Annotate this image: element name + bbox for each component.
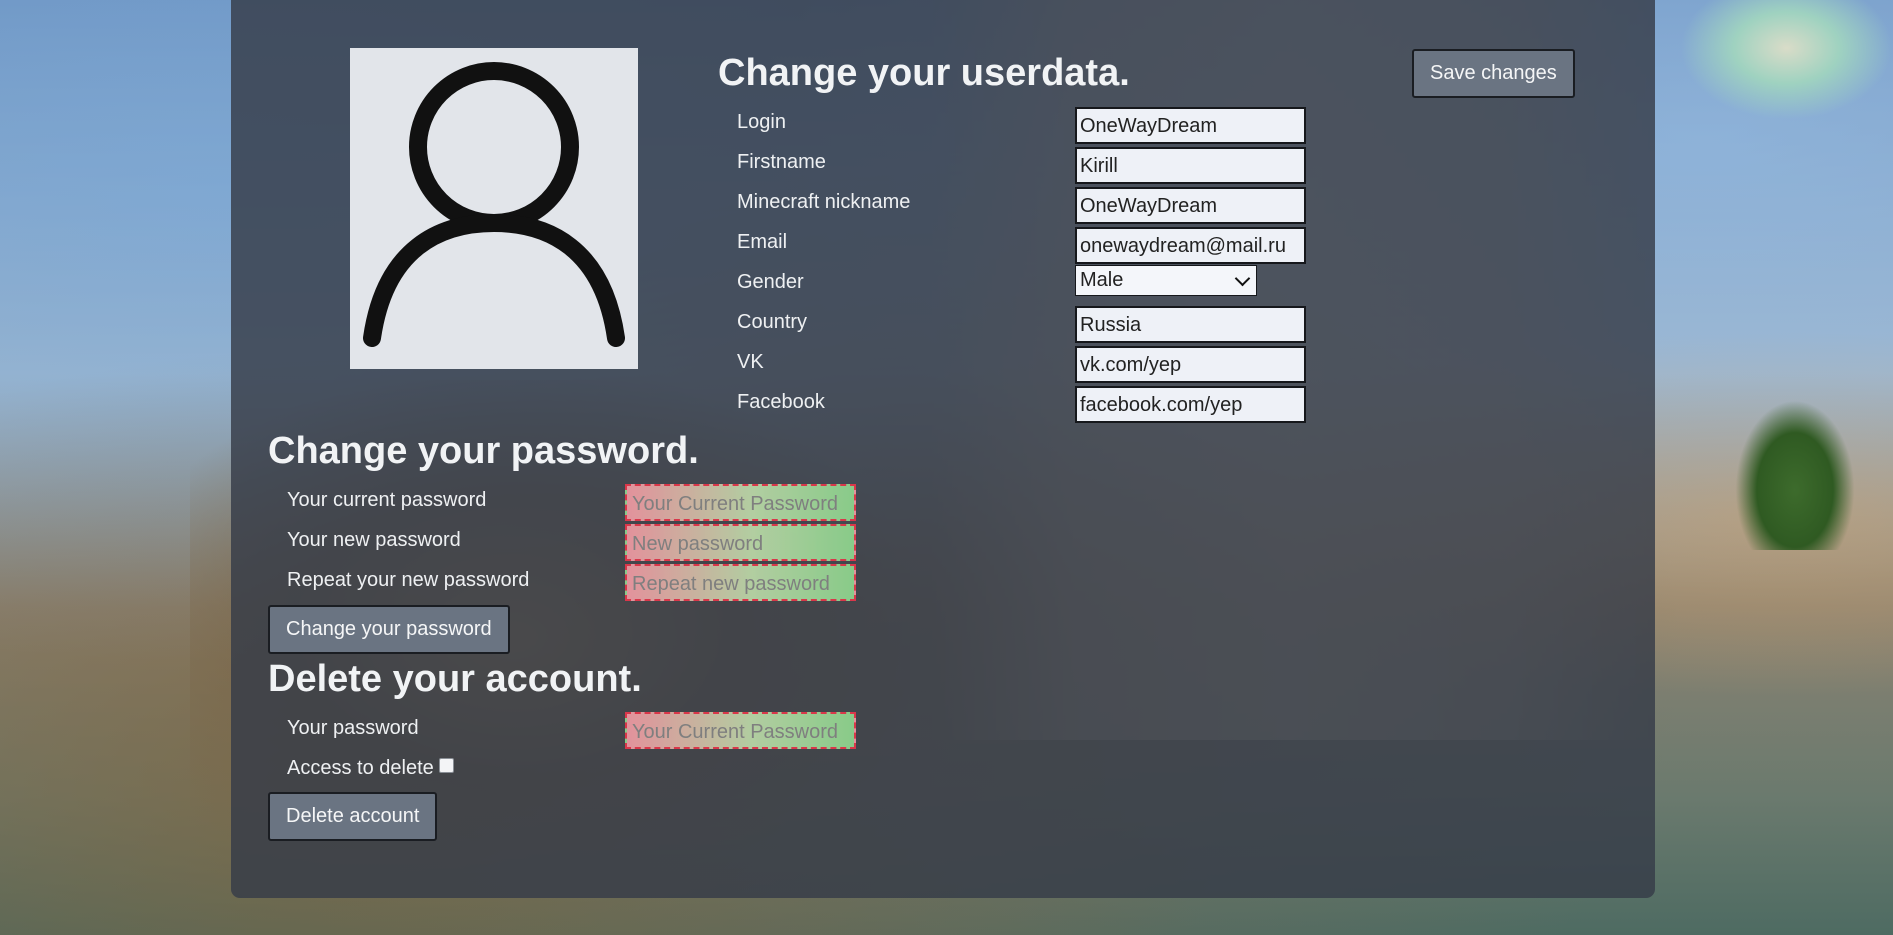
- new-password-input[interactable]: New password: [625, 524, 856, 561]
- minecraft-nickname-label: Minecraft nickname: [737, 191, 911, 213]
- delete-title: Delete your account.: [268, 658, 642, 700]
- email-field[interactable]: onewaydream@mail.ru: [1075, 227, 1306, 264]
- vk-label: VK: [737, 351, 764, 373]
- access-to-delete-label: Access to delete: [287, 757, 434, 779]
- save-changes-button[interactable]: Save changes: [1412, 49, 1575, 98]
- chevron-down-icon: [1234, 270, 1251, 287]
- facebook-label: Facebook: [737, 391, 825, 413]
- gender-label: Gender: [737, 271, 804, 293]
- background-dragon: [1680, 0, 1893, 120]
- repeat-password-input[interactable]: Repeat new password: [625, 564, 856, 601]
- minecraft-nickname-field[interactable]: OneWayDream: [1075, 187, 1306, 224]
- userdata-title: Change your userdata.: [718, 52, 1130, 94]
- background-tree: [1735, 400, 1855, 550]
- gender-select[interactable]: Male: [1075, 265, 1257, 296]
- change-password-button[interactable]: Change your password: [268, 605, 510, 654]
- delete-password-input[interactable]: Your Current Password: [625, 712, 856, 749]
- user-silhouette-icon: [363, 62, 625, 347]
- avatar: [350, 48, 638, 369]
- delete-password-label: Your password: [287, 717, 419, 739]
- login-label: Login: [737, 111, 786, 133]
- access-to-delete-checkbox[interactable]: [439, 758, 454, 773]
- current-password-input[interactable]: Your Current Password: [625, 484, 856, 521]
- country-label: Country: [737, 311, 808, 333]
- gender-select-value: Male: [1080, 269, 1124, 291]
- vk-field[interactable]: vk.com/yep: [1075, 346, 1306, 383]
- facebook-field[interactable]: facebook.com/yep: [1075, 386, 1306, 423]
- email-label: Email: [737, 231, 788, 253]
- firstname-label: Firstname: [737, 151, 826, 173]
- current-password-label: Your current password: [287, 489, 487, 511]
- login-field[interactable]: OneWayDream: [1075, 107, 1306, 144]
- firstname-field[interactable]: Kirill: [1075, 147, 1306, 184]
- password-title: Change your password.: [268, 430, 699, 472]
- delete-account-button[interactable]: Delete account: [268, 792, 438, 841]
- new-password-label: Your new password: [287, 529, 461, 551]
- country-field[interactable]: Russia: [1075, 306, 1306, 343]
- repeat-password-label: Repeat your new password: [287, 569, 530, 591]
